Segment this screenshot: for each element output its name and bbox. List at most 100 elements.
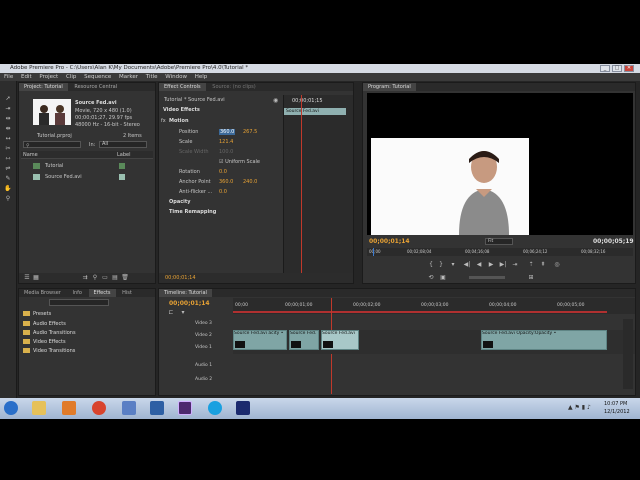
track-header-audio2[interactable]: Audio 2 [195,377,212,382]
col-name-header[interactable]: Name [23,152,38,158]
hand-tool-icon[interactable]: ✋ [3,185,13,193]
automate-icon[interactable]: ⇉ [81,274,89,281]
menu-window[interactable]: Window [165,74,187,80]
clock-date[interactable]: 12/1/2012 [604,409,630,415]
list-view-icon[interactable]: ☰ [23,274,31,281]
track-header-audio1[interactable]: Audio 1 [195,363,212,368]
position-y-value[interactable]: 267.5 [243,129,257,135]
scale-value[interactable]: 121.4 [219,139,233,145]
work-area-bar[interactable] [233,311,607,313]
play-icon[interactable]: ▶ [487,261,495,268]
ec-clip-bar[interactable]: Source Fed.avi [284,108,346,115]
track-header-video3[interactable]: Video 3 [195,321,212,326]
tab-project[interactable]: Project: Tutorial [19,83,68,91]
menu-marker[interactable]: Marker [119,74,138,80]
tab-timeline[interactable]: Timeline: Tutorial [159,289,212,297]
rolling-edit-tool-icon[interactable]: ⇼ [3,125,13,133]
effects-search-input[interactable] [49,299,109,306]
timeline-clip[interactable]: Source Fed.avi acity • [233,330,287,350]
set-out-icon[interactable]: } [437,261,445,268]
menu-help[interactable]: Help [195,74,208,80]
anchor-y-value[interactable]: 240.0 [243,179,257,185]
start-button-icon[interactable] [4,401,18,415]
timeline-clip[interactable]: Source Fed.avi [321,330,359,350]
anti-flicker-value[interactable]: 0.0 [219,189,227,195]
go-to-out-icon[interactable]: ⇥ [511,261,519,268]
step-forward-icon[interactable]: ▶| [499,261,507,268]
position-x-value[interactable]: 360.0 [219,129,236,135]
menu-project[interactable]: Project [39,74,58,80]
list-item[interactable]: Source Fed.avi [21,173,153,182]
explorer-icon[interactable] [32,401,46,415]
ec-mini-timeline[interactable]: 00;00;01;15 Source Fed.avi [283,95,353,283]
timeline-clip[interactable]: Source Fed. [289,330,319,350]
tab-info[interactable]: Info [67,289,86,297]
snap-icon[interactable]: ⊏ [167,309,175,316]
fx-toggle-icon[interactable]: fx [161,118,166,124]
menu-title[interactable]: Title [146,74,158,80]
track-header-video1[interactable]: Video 1 [195,345,212,350]
slip-tool-icon[interactable]: ⇿ [3,155,13,163]
lift-icon[interactable]: ⇡ [527,261,535,268]
folder-video-effects[interactable]: Video Effects [23,339,66,345]
tab-history[interactable]: Hist [117,289,137,297]
loop-icon[interactable]: ⟲ [427,274,435,281]
motion-label[interactable]: Motion [169,118,189,124]
chrome-icon[interactable] [92,401,106,415]
tab-program[interactable]: Program: Tutorial [363,83,416,91]
razor-tool-icon[interactable]: ✂ [3,145,13,153]
in-select[interactable]: All [99,141,147,148]
maximize-button[interactable]: □ [612,65,622,72]
project-search-input[interactable]: ⚲ [23,141,81,149]
program-current-timecode[interactable]: 00;00;01;14 [369,238,410,245]
league-icon[interactable] [236,401,250,415]
list-item[interactable]: Tutorial [21,162,153,171]
output-icon[interactable]: ⊞ [527,274,535,281]
folder-audio-effects[interactable]: Audio Effects [23,321,66,327]
program-viewer[interactable] [367,93,633,235]
marker-icon[interactable]: ▾ [449,261,457,268]
clear-icon[interactable]: 🗑 [121,274,129,281]
anchor-x-value[interactable]: 360.0 [219,179,233,185]
folder-presets[interactable]: Presets [23,311,51,317]
safe-margins-icon[interactable]: ▣ [439,274,447,281]
tab-resource-central[interactable]: Resource Central [69,83,122,91]
new-bin-icon[interactable]: ▭ [101,274,109,281]
timeline-ruler[interactable]: 00;00 00;00;01;00 00;00;02;00 00;00;03;0… [233,298,635,314]
ripple-edit-tool-icon[interactable]: ⇹ [3,115,13,123]
time-remapping-label[interactable]: Time Remapping [169,209,216,215]
slide-tool-icon[interactable]: ⇌ [3,165,13,173]
pen-tool-icon[interactable]: ✎ [3,175,13,183]
media-player-icon[interactable] [62,401,76,415]
find-icon[interactable]: ⚲ [91,274,99,281]
menu-file[interactable]: File [4,74,13,80]
col-label-header[interactable]: Label [117,152,131,158]
icon-view-icon[interactable]: ▦ [32,274,40,281]
rotation-value[interactable]: 0.0 [219,169,227,175]
new-item-icon[interactable]: ▤ [111,274,119,281]
menu-sequence[interactable]: Sequence [84,74,111,80]
clock-time[interactable]: 10:07 PM [604,401,627,407]
fit-select[interactable]: Fit [485,238,513,245]
photoshop-icon[interactable] [150,401,164,415]
ec-clip-toggle-icon[interactable]: ◉ [273,97,278,104]
folder-video-transitions[interactable]: Video Transitions [23,348,75,354]
menu-edit[interactable]: Edit [21,74,32,80]
extract-icon[interactable]: ⇞ [539,261,547,268]
skype-icon[interactable] [208,401,222,415]
close-button[interactable]: ✕ [624,65,634,72]
ec-timecode[interactable]: 00;00;01;14 [165,275,196,281]
step-back-frame-icon[interactable]: ◀ [475,261,483,268]
tab-effect-controls[interactable]: Effect Controls [159,83,206,91]
timeline-clip[interactable]: Source Fed.avi Opacity:Opacity • [481,330,607,350]
zoom-tool-icon[interactable]: ⚲ [3,195,13,203]
track-select-tool-icon[interactable]: ⇥ [3,105,13,113]
export-frame-icon[interactable]: ◎ [553,261,561,268]
shuttle-slider[interactable] [469,276,505,279]
folder-audio-transitions[interactable]: Audio Transitions [23,330,76,336]
track-header-video2[interactable]: Video 2 [195,333,212,338]
opacity-label[interactable]: Opacity [169,199,191,205]
tray-icons[interactable]: ▲ ⚑ ▮ ♪ [568,404,591,411]
word-icon[interactable] [122,401,136,415]
premiere-icon[interactable] [178,401,192,415]
